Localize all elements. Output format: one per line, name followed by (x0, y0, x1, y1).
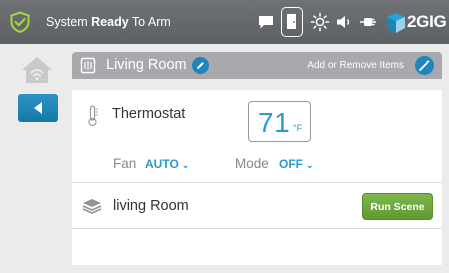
chevron-down-icon: ⌄ (181, 160, 190, 170)
edit-room-button[interactable] (192, 57, 209, 74)
home-wifi-icon[interactable] (20, 55, 54, 85)
system-status-text: System Ready To Arm (46, 15, 171, 29)
room-title: Living Room (106, 57, 187, 73)
temperature-unit: °F (293, 123, 303, 133)
divider (72, 228, 442, 229)
hvac-mode-dropdown[interactable]: OFF ⌄ (279, 157, 314, 171)
door-icon (287, 14, 296, 29)
room-header: Living Room Add or Remove Items (72, 52, 442, 79)
message-icon[interactable] (256, 12, 276, 32)
back-button[interactable] (18, 94, 58, 122)
temperature-value: 71 (258, 107, 291, 138)
plug-icon[interactable] (358, 12, 378, 32)
mode-label: Mode (235, 156, 269, 171)
add-remove-items-link[interactable]: Add or Remove Items (307, 60, 404, 71)
fan-mode-dropdown[interactable]: AUTO ⌄ (145, 157, 189, 171)
scene-name: living Room (113, 198, 189, 214)
scene-layers-icon (82, 199, 102, 214)
shield-check-icon (10, 11, 30, 33)
room-devices-panel: Thermostat 71 °F Fan AUTO ⌄ Mode OFF ⌄ liv… (72, 90, 442, 265)
pencil-icon (197, 62, 204, 69)
back-arrow-icon (34, 102, 42, 114)
room-icon (80, 57, 96, 74)
brightness-icon[interactable] (310, 12, 330, 32)
thermometer-icon (88, 105, 98, 127)
add-remove-items-button[interactable] (415, 56, 434, 75)
brand-name: 2GIG (407, 12, 447, 31)
divider (72, 182, 442, 183)
door-status-button[interactable] (281, 7, 303, 37)
status-bar: System Ready To Arm 2GIG (0, 0, 449, 44)
volume-icon[interactable] (334, 12, 354, 32)
run-scene-button[interactable]: Run Scene (362, 193, 433, 220)
temperature-display[interactable]: 71 °F (248, 101, 311, 142)
fan-label: Fan (113, 156, 137, 171)
magic-wand-icon (419, 59, 430, 71)
chevron-down-icon: ⌄ (306, 160, 314, 170)
thermostat-label: Thermostat (112, 106, 186, 122)
